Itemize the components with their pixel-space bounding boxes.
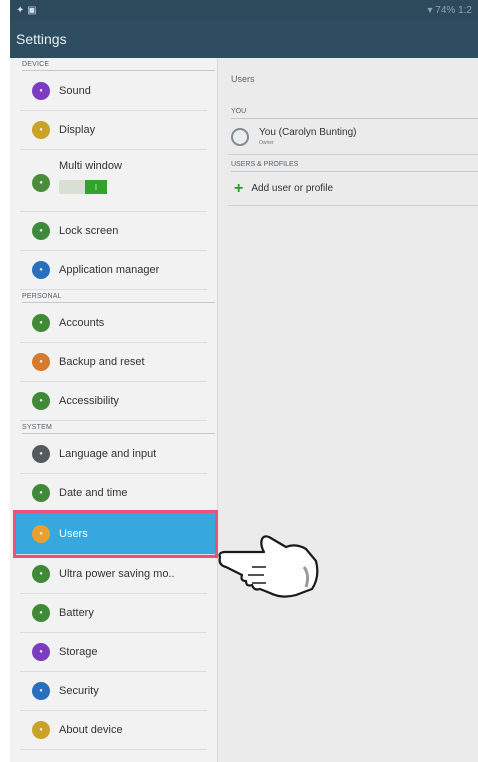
security-icon: ● xyxy=(32,682,50,700)
you-header-label: YOU xyxy=(231,108,247,115)
sidebar-item-label: Application manager xyxy=(59,264,160,276)
sidebar-item-label: Users xyxy=(59,527,88,540)
sidebar-item-accounts[interactable]: ● Accounts xyxy=(20,304,207,343)
pointing-hand-icon xyxy=(218,535,319,598)
section-header-device: DEVICE xyxy=(10,58,217,72)
status-bar: ✦ ▣ ▾ 74% 1:2 xyxy=(10,0,478,20)
apps-icon: ● xyxy=(32,261,50,279)
sidebar-item-label: Language and input xyxy=(59,448,157,460)
owner-user-row[interactable]: You (Carolyn Bunting) Owner xyxy=(228,119,478,155)
sidebar-item-language-and-input[interactable]: ● Language and input xyxy=(20,435,207,474)
user-name: You (Carolyn Bunting) xyxy=(259,127,357,138)
sidebar-item-sound[interactable]: ● Sound xyxy=(20,72,207,111)
avatar xyxy=(231,127,249,146)
toggle-knob: I xyxy=(85,180,107,194)
you-section-header: YOU xyxy=(228,108,478,119)
users-panel: Users YOU You (Carolyn Bunting) Owner US… xyxy=(228,58,478,762)
sidebar-item-backup-and-reset[interactable]: ● Backup and reset xyxy=(20,343,207,382)
key-icon: ● xyxy=(32,314,50,332)
page-title: Settings xyxy=(16,31,67,47)
sidebar-item-about-device[interactable]: ● About device xyxy=(20,711,207,750)
sidebar-item-label: Ultra power saving mo.. xyxy=(59,568,175,580)
sidebar-item-label: Security xyxy=(59,685,99,697)
multi-window-icon: ● xyxy=(32,174,50,192)
sidebar-item-security[interactable]: ● Security xyxy=(20,672,207,711)
settings-sidebar: DEVICE ● Sound ● Display ● Multi window I ● Lock … xyxy=(10,58,218,762)
accessibility-icon: ● xyxy=(32,392,50,410)
profiles-section-header: USERS & PROFILES xyxy=(228,161,478,172)
sidebar-item-application-manager[interactable]: ● Application manager xyxy=(20,251,207,290)
divider xyxy=(22,70,215,71)
sidebar-item-multi-window[interactable]: ● Multi window I xyxy=(20,150,207,212)
section-header-label: DEVICE xyxy=(22,61,50,68)
sidebar-item-ultra-power-saving-mo[interactable]: ● Ultra power saving mo.. xyxy=(20,555,207,594)
sidebar-item-storage[interactable]: ● Storage xyxy=(20,633,207,672)
section-header-system: SYSTEM xyxy=(10,421,217,435)
sidebar-item-label: Sound xyxy=(59,85,91,97)
status-right: ▾ 74% 1:2 xyxy=(427,4,473,16)
section-header-label: SYSTEM xyxy=(22,424,52,431)
language-icon: ● xyxy=(32,445,50,463)
sidebar-item-label: About device xyxy=(59,724,123,736)
sidebar-item-battery[interactable]: ● Battery xyxy=(20,594,207,633)
display-icon: ● xyxy=(32,121,50,139)
device-screen: ✦ ▣ ▾ 74% 1:2 Settings DEVICE ● Sound ● Disp… xyxy=(10,0,478,762)
sidebar-item-label: Battery xyxy=(59,607,94,619)
divider xyxy=(22,433,215,434)
status-left: ✦ ▣ xyxy=(16,4,37,16)
sidebar-item-date-and-time[interactable]: ● Date and time xyxy=(20,474,207,513)
sidebar-item-accessibility[interactable]: ● Accessibility xyxy=(20,382,207,421)
multi-window-toggle[interactable]: I xyxy=(59,180,107,194)
sidebar-item-label: Multi window xyxy=(59,160,122,172)
sidebar-item-lock-screen[interactable]: ● Lock screen xyxy=(20,212,207,251)
add-user-button[interactable]: + Add user or profile xyxy=(228,172,478,206)
add-user-label: Add user or profile xyxy=(251,183,334,194)
sidebar-item-label: Lock screen xyxy=(59,225,119,237)
power-saving-icon: ● xyxy=(32,565,50,583)
users-icon: ● xyxy=(32,524,50,543)
panel-title: Users xyxy=(231,74,255,84)
clock-icon: ● xyxy=(32,484,50,502)
sidebar-item-label: Accessibility xyxy=(59,395,119,407)
storage-icon: ● xyxy=(32,643,50,661)
profiles-header-label: USERS & PROFILES xyxy=(231,161,299,168)
plus-icon: + xyxy=(234,179,244,197)
sidebar-item-label: Storage xyxy=(59,646,98,658)
info-icon: ● xyxy=(32,721,50,739)
sidebar-item-display[interactable]: ● Display xyxy=(20,111,207,150)
lock-icon: ● xyxy=(32,222,50,240)
user-role: Owner xyxy=(259,140,274,146)
battery-icon: ● xyxy=(32,604,50,622)
sidebar-item-label: Accounts xyxy=(59,317,105,329)
title-bar: Settings xyxy=(10,20,478,58)
sidebar-item-label: Date and time xyxy=(59,487,128,499)
divider xyxy=(22,302,215,303)
sidebar-item-label: Display xyxy=(59,124,96,136)
sound-icon: ● xyxy=(32,82,50,100)
section-header-personal: PERSONAL xyxy=(10,290,217,304)
backup-icon: ● xyxy=(32,353,50,371)
sidebar-item-users[interactable]: ● Users xyxy=(13,510,218,558)
sidebar-item-label: Backup and reset xyxy=(59,356,145,368)
section-header-label: PERSONAL xyxy=(22,293,62,300)
